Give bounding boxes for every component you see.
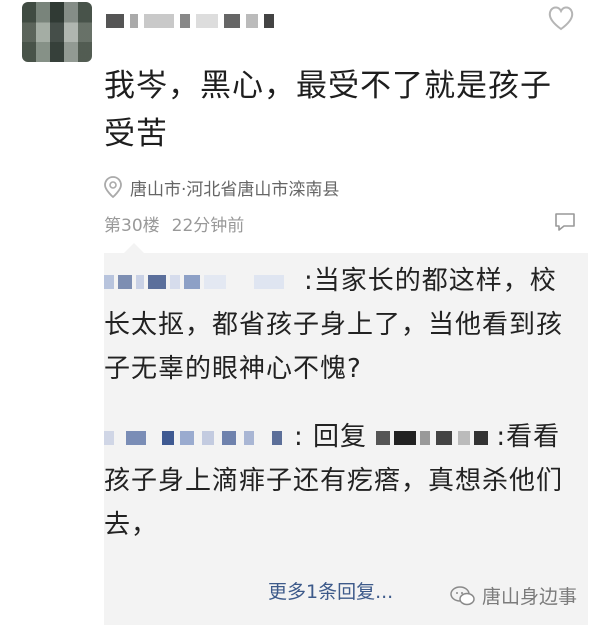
more-replies-link[interactable]: 更多1条回复... [268,577,393,604]
reply-comment-icon[interactable] [554,212,576,232]
reply-prefix: 回复 [313,422,368,452]
reply-item[interactable]: : 回复 :看看孩子身上滴痱子还有疙瘩，真想杀他们去， [104,415,582,547]
heart-icon[interactable] [546,4,576,32]
avatar[interactable] [22,2,92,62]
post-text: 我岑，黑心，最受不了就是孩子受苦 [104,68,552,152]
post-time: 22分钟前 [171,216,245,236]
reply-separator: : [304,266,314,296]
reply-separator: : [496,422,507,452]
comment-post: 我岑，黑心，最受不了就是孩子受苦 唐山市·河北省唐山市滦南县 第30楼 22分钟… [0,0,600,250]
username-pixelated[interactable] [106,10,274,32]
reply-author-pixelated[interactable] [104,268,304,296]
watermark-text: 唐山身边事 [482,586,578,608]
location-pin-icon [104,176,122,198]
watermark: 唐山身边事 [450,582,577,609]
reply-target-pixelated[interactable] [376,424,496,452]
location-text: 唐山市·河北省唐山市滦南县 [130,179,340,200]
wechat-icon [450,585,475,605]
reply-item[interactable]: :当家长的都这样，校长太抠，都省孩子身上了，当他看到孩子无辜的眼神心不愧? [104,259,582,391]
floor-number: 第30楼 [104,216,160,236]
reply-separator: : [294,422,304,452]
location[interactable]: 唐山市·河北省唐山市滦南县 [104,172,339,202]
post-meta: 第30楼 22分钟前 [104,211,244,236]
reply-author-pixelated[interactable] [104,424,294,452]
